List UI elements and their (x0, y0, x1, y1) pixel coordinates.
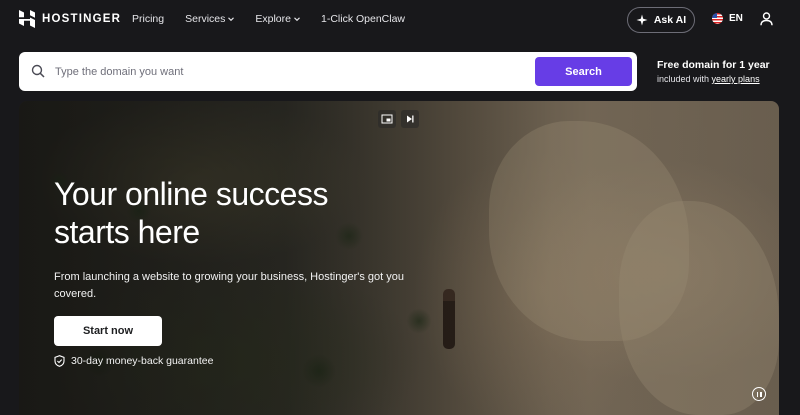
nav-link-services[interactable]: Services (185, 13, 235, 25)
picture-in-picture-icon (381, 114, 393, 124)
nav-link-label: Explore (255, 13, 291, 25)
promo-title: Free domain for 1 year (657, 59, 770, 71)
free-domain-promo: Free domain for 1 year included with yea… (657, 59, 797, 86)
skip-forward-button[interactable] (401, 110, 419, 128)
shield-check-icon (54, 355, 65, 367)
pause-icon (760, 391, 762, 397)
ask-ai-label: Ask AI (653, 14, 687, 26)
sparkle-icon (636, 14, 648, 26)
chevron-down-icon (294, 17, 300, 22)
nav-link-explore[interactable]: Explore (255, 13, 300, 25)
brand-logo[interactable]: HOSTINGER (18, 9, 121, 29)
promo-subtitle: included with yearly plans (657, 72, 797, 86)
nav-link-label: Services (185, 13, 226, 25)
nav-link-openclaw[interactable]: 1-Click OpenClaw (321, 13, 405, 25)
language-label: EN (729, 13, 743, 24)
skip-forward-icon (407, 115, 414, 123)
hero-title-line-1: Your online success (54, 176, 328, 212)
search-icon (31, 64, 45, 78)
chevron-down-icon (228, 17, 235, 22)
language-selector[interactable]: EN (712, 13, 743, 24)
nav-link-label: Pricing (132, 13, 165, 25)
nav-link-label: 1-Click OpenClaw (320, 13, 406, 25)
us-flag-icon (712, 13, 723, 24)
money-back-guarantee: 30-day money-back guarantee (54, 355, 213, 367)
top-navigation: HOSTINGER Pricing Services Explore 1-Cli… (0, 0, 800, 40)
hostinger-logo-icon (19, 10, 35, 28)
user-icon[interactable] (760, 12, 773, 26)
hero-title-line-2: starts here (54, 214, 200, 250)
hero-description: From launching a website to growing your… (54, 271, 405, 300)
promo-subtitle-prefix: included with (657, 74, 712, 84)
picture-in-picture-button[interactable] (378, 110, 396, 128)
guarantee-text: 30-day money-back guarantee (71, 355, 214, 367)
pause-icon (756, 391, 758, 397)
hero-overlay (19, 101, 779, 415)
brand-name: HOSTINGER (42, 13, 122, 25)
nav-link-pricing[interactable]: Pricing (132, 13, 164, 25)
yearly-plans-link[interactable]: yearly plans (712, 74, 760, 84)
start-now-button[interactable]: Start now (54, 316, 162, 346)
hero-banner: Your online success starts here From lau… (19, 101, 779, 415)
nav-links: Pricing Services Explore 1-Click OpenCla… (132, 13, 426, 25)
domain-search-bar: Search (19, 52, 637, 91)
pause-video-button[interactable] (752, 387, 766, 401)
ask-ai-button[interactable]: Ask AI (627, 7, 695, 33)
hero-title: Your online success starts here (54, 175, 414, 251)
search-button[interactable]: Search (535, 57, 632, 86)
domain-search-input[interactable] (53, 60, 543, 84)
